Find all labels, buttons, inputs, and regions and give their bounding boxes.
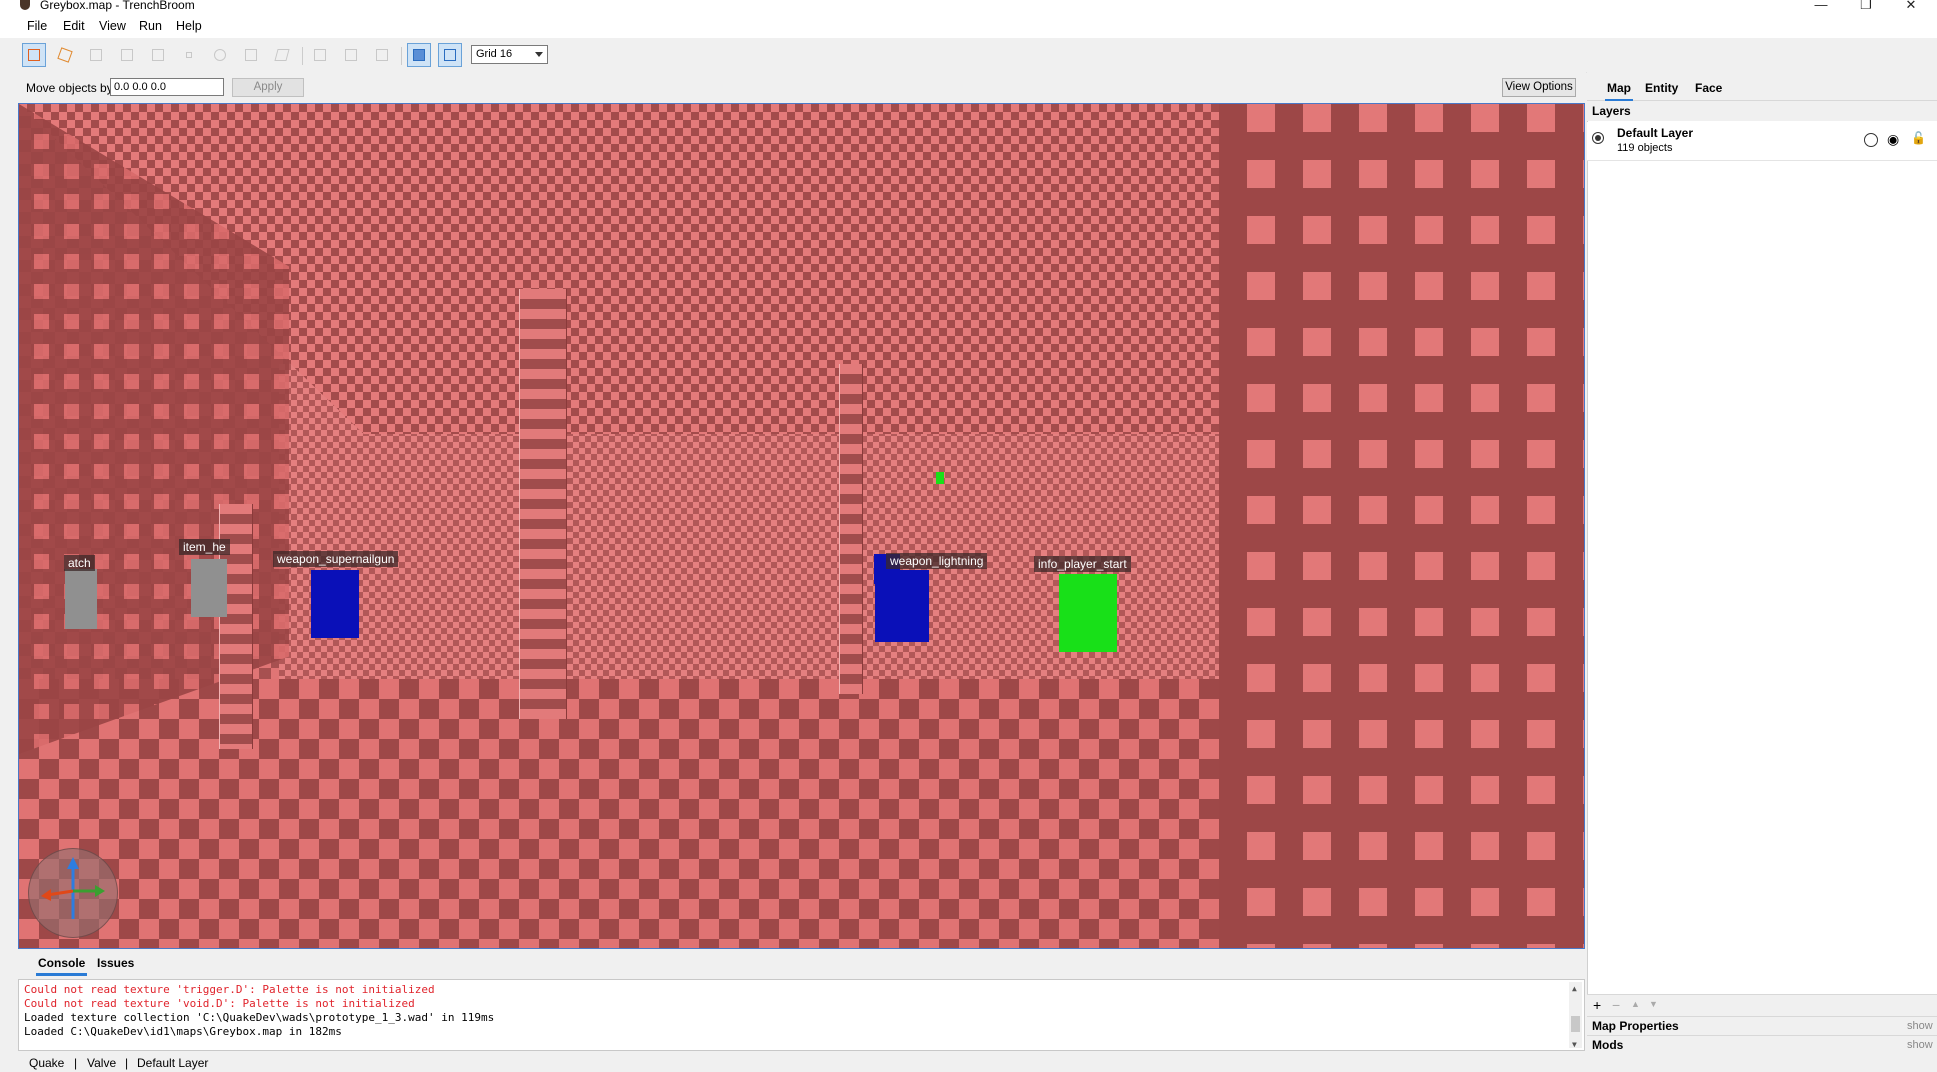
status-separator: | [74,1056,78,1070]
menu-edit[interactable]: Edit [63,19,85,33]
view-options-button[interactable]: View Options [1502,78,1576,97]
move-layer-down-button[interactable]: ▼ [1649,999,1658,1009]
inspector-panel [1587,72,1937,1053]
scroll-up-icon[interactable]: ▲ [1572,982,1577,996]
map-properties-row[interactable]: Map Properties show [1587,1016,1937,1035]
layers-title: Layers [1592,104,1631,118]
brush-tool-icon[interactable] [53,43,77,67]
eye-icon[interactable]: ◉ [1887,131,1899,148]
console-tab-bar: Console Issues [18,951,1585,978]
uv-lock-icon[interactable] [438,43,462,67]
unlock-icon[interactable]: 🔓 [1911,131,1926,145]
scroll-thumb[interactable] [1571,1016,1580,1032]
select-tool-icon[interactable] [22,43,46,67]
layers-footer: + − ▲ ▼ [1587,994,1937,1017]
move-layer-up-button[interactable]: ▲ [1631,999,1640,1009]
layer-object-count: 119 objects [1617,142,1673,154]
entity-item-health[interactable] [191,559,227,617]
entity-info-player-start[interactable] [1059,574,1117,652]
status-separator: | [125,1056,129,1070]
pillar-left [519,289,567,719]
move-objects-label: Move objects by [26,81,113,95]
tab-issues[interactable]: Issues [95,956,136,970]
shear-tool-icon[interactable] [270,43,294,67]
close-icon[interactable]: ✕ [1889,0,1933,14]
menu-bar: File Edit View Run Help [0,14,1937,38]
add-layer-button[interactable]: + [1593,997,1601,1013]
title-bar: Greybox.map - TrenchBroom — ❐ ✕ [0,0,1937,14]
entity-label: weapon_supernailgun [273,551,399,567]
console-output[interactable]: Could not read texture 'trigger.D': Pale… [18,979,1585,1051]
map-viewport-3d[interactable]: weapon_supernailgun weapon_lightning inf… [18,103,1585,949]
map-properties-show-link[interactable]: show [1907,1020,1933,1032]
status-bar: Quake | Valve | Default Layer [0,1053,1937,1072]
mods-show-link[interactable]: show [1907,1039,1933,1051]
chevron-down-icon [535,52,543,57]
flip-horizontal-icon[interactable] [339,43,363,67]
map-properties-label: Map Properties [1592,1019,1679,1033]
flip-vertical-icon[interactable] [370,43,394,67]
pillar-center [839,364,863,694]
menu-run[interactable]: Run [139,19,162,33]
entity-label: weapon_lightning [886,553,988,569]
menu-view[interactable]: View [99,19,126,33]
active-layer-radio-icon[interactable] [1592,132,1604,144]
grid-size-value: Grid 16 [476,48,513,60]
tab-console[interactable]: Console [36,956,88,976]
status-format: Valve [87,1056,117,1070]
minimize-icon[interactable]: — [1799,0,1843,14]
duplicate-icon[interactable] [308,43,332,67]
tab-face[interactable]: Face [1695,81,1722,95]
mods-label: Mods [1592,1038,1624,1052]
face-tool-icon[interactable] [177,43,201,67]
console-line: Loaded texture collection 'C:\QuakeDev\w… [24,1011,495,1024]
restore-icon[interactable]: ❐ [1844,0,1888,14]
console-scrollbar[interactable]: ▲ ▼ [1569,982,1582,1050]
rotate-tool-icon[interactable] [208,43,232,67]
axis-arrows-icon [41,857,105,919]
console-line: Could not read texture 'void.D': Palette… [24,997,415,1010]
layer-row-default[interactable]: Default Layer 119 objects ◉ 🔓 [1587,122,1937,161]
toolbar [0,38,1937,73]
clip-tool-icon[interactable] [84,43,108,67]
menu-help[interactable]: Help [176,19,202,33]
move-objects-input[interactable] [110,78,224,96]
remove-layer-button[interactable]: − [1612,997,1620,1013]
navigation-gizmo[interactable] [28,848,118,938]
edge-tool-icon[interactable] [146,43,170,67]
tab-entity[interactable]: Entity [1645,81,1678,95]
scroll-down-icon[interactable]: ▼ [1572,1038,1577,1050]
mods-row[interactable]: Mods show [1587,1035,1937,1054]
texture-lock-icon[interactable] [407,43,431,67]
menu-file[interactable]: File [27,19,47,33]
status-layer: Default Layer [137,1056,209,1070]
inspector-tab-bar: Map Entity Face [1587,72,1937,102]
apply-button[interactable]: Apply [232,78,304,97]
layer-omit-icon[interactable] [1864,133,1878,147]
layer-name: Default Layer [1617,126,1694,140]
grid-size-select[interactable]: Grid 16 [471,45,548,64]
entity-item-watch[interactable] [65,569,97,629]
console-line: Could not read texture 'trigger.D': Pale… [24,983,435,996]
right-pillar-wall [1219,104,1584,948]
entity-small-green[interactable] [936,472,944,484]
scale-tool-icon[interactable] [239,43,263,67]
console-line: Loaded C:\QuakeDev\id1\maps\Greybox.map … [24,1025,342,1038]
app-icon [20,0,30,10]
tab-map[interactable]: Map [1605,81,1633,102]
entity-label: atch [64,555,95,571]
entity-label: info_player_start [1034,556,1131,572]
vertex-tool-icon[interactable] [115,43,139,67]
status-game: Quake [29,1056,65,1070]
entity-label: item_he [179,539,230,555]
entity-weapon-supernailgun[interactable] [311,570,359,638]
window-title: Greybox.map - TrenchBroom [40,0,195,12]
layers-header: Layers [1587,101,1937,121]
